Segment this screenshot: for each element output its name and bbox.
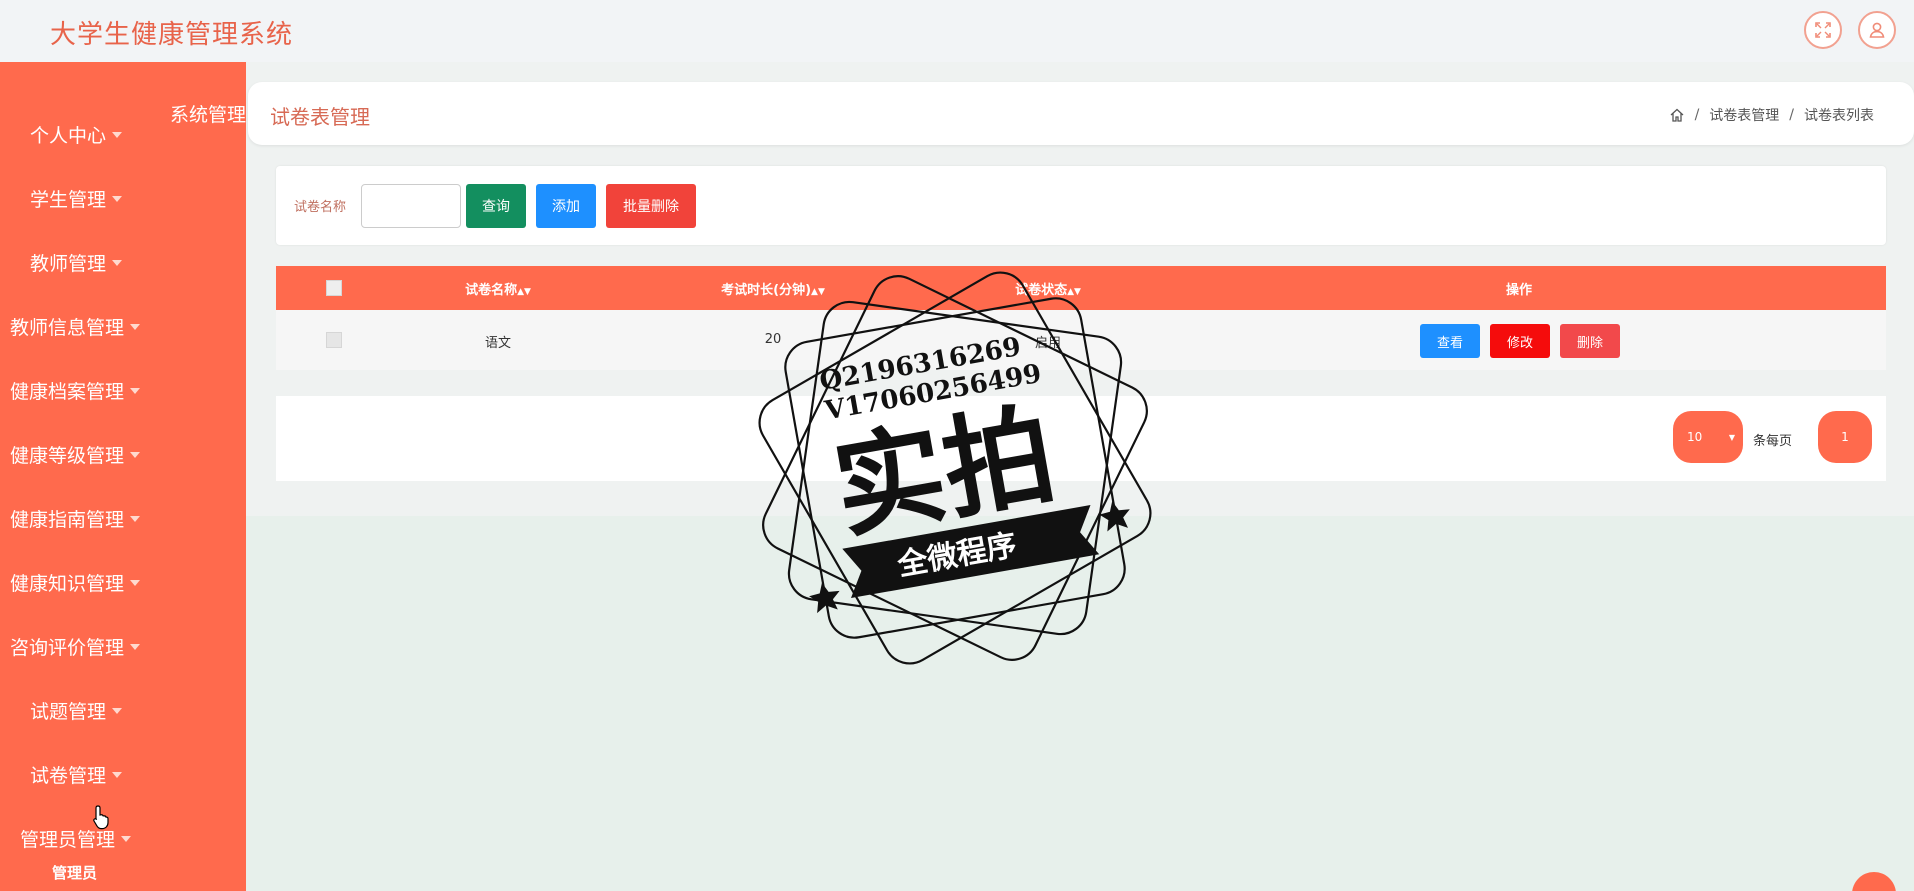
edit-button[interactable]: 修改 xyxy=(1490,324,1550,358)
sidebar-item-students[interactable]: 学生管理 xyxy=(0,178,246,218)
menu-system-management[interactable]: 系统管理 xyxy=(170,100,246,127)
breadcrumb-item: 试卷表列表 xyxy=(1804,108,1874,124)
chevron-down-icon xyxy=(112,772,123,778)
chevron-down-icon xyxy=(130,388,141,394)
sidebar-item-label: 教师管理 xyxy=(30,252,107,275)
home-icon[interactable] xyxy=(1669,107,1685,123)
chevron-down-icon: ▼ xyxy=(1728,433,1735,442)
page-header: 试卷表管理 / 试卷表管理 / 试卷表列表 xyxy=(248,82,1914,145)
batch-delete-button[interactable]: 批量删除 xyxy=(606,184,696,228)
fullscreen-button[interactable] xyxy=(1804,11,1842,49)
chevron-down-icon xyxy=(130,580,141,586)
star-icon xyxy=(809,582,840,614)
app-title: 大学生健康管理系统 xyxy=(50,20,294,50)
chevron-down-icon xyxy=(130,324,141,330)
chevron-down-icon xyxy=(112,708,123,714)
watermark-stamp: Q2196316269 V17060256499 实拍 全微程序 xyxy=(758,271,1152,665)
page-size-select[interactable]: 10 ▼ xyxy=(1673,411,1743,463)
sidebar-item-label: 咨询评价管理 xyxy=(10,636,125,659)
top-bar: 大学生健康管理系统 xyxy=(0,0,1914,62)
select-all-checkbox[interactable] xyxy=(326,280,342,296)
add-button[interactable]: 添加 xyxy=(536,184,596,228)
breadcrumb-item[interactable]: 试卷表管理 xyxy=(1709,105,1779,125)
sidebar-item-health-guide[interactable]: 健康指南管理 xyxy=(0,498,246,538)
sort-icon: ▲▼ xyxy=(517,287,531,297)
column-header-actions: 操作 xyxy=(1505,283,1533,298)
sidebar-item-label: 健康等级管理 xyxy=(10,444,125,467)
breadcrumb-separator: / xyxy=(1694,107,1700,123)
sidebar-item-label: 健康知识管理 xyxy=(10,572,125,595)
sidebar-item-health-levels[interactable]: 健康等级管理 xyxy=(0,434,246,474)
chevron-down-icon xyxy=(130,452,141,458)
page-size-value: 10 xyxy=(1687,430,1703,444)
chevron-down-icon xyxy=(112,260,123,266)
sidebar-item-label: 健康指南管理 xyxy=(10,508,125,531)
star-icon xyxy=(1099,501,1130,532)
sidebar-item-label: 学生管理 xyxy=(30,188,107,211)
sidebar-item-teachers[interactable]: 教师管理 xyxy=(0,242,246,282)
chevron-down-icon xyxy=(112,196,123,202)
page-title: 试卷表管理 xyxy=(270,105,370,129)
hand-cursor-icon xyxy=(93,805,109,830)
sidebar-item-consult-review[interactable]: 咨询评价管理 xyxy=(0,626,246,666)
per-page-label: 条每页 xyxy=(1753,434,1793,449)
column-header-name[interactable]: 试卷名称▲▼ xyxy=(465,279,531,298)
page-number-button[interactable]: 1 xyxy=(1818,411,1872,463)
back-to-top-button[interactable] xyxy=(1852,872,1896,891)
sidebar-item-label: 试题管理 xyxy=(30,700,107,723)
delete-button[interactable]: 删除 xyxy=(1560,324,1620,358)
search-panel: 试卷名称 查询 添加 批量删除 xyxy=(276,166,1886,245)
sidebar: 个人中心 学生管理 教师管理 教师信息管理 健康档案管理 健康等级管理 健康指南… xyxy=(0,62,246,891)
sidebar-item-admins[interactable]: 管理员管理 xyxy=(0,818,246,858)
user-button[interactable] xyxy=(1858,11,1896,49)
sidebar-item-papers[interactable]: 试卷管理 xyxy=(0,754,246,794)
sidebar-item-label: 试卷管理 xyxy=(30,764,107,787)
sidebar-subitem-admin[interactable]: 管理员 xyxy=(52,862,97,883)
sidebar-item-health-records[interactable]: 健康档案管理 xyxy=(0,370,246,410)
sidebar-item-label: 个人中心 xyxy=(30,124,107,147)
user-icon xyxy=(1869,22,1885,38)
chevron-down-icon xyxy=(121,836,132,842)
paper-name-input[interactable] xyxy=(361,184,461,228)
chevron-down-icon xyxy=(112,132,123,138)
row-checkbox[interactable] xyxy=(326,332,342,348)
sidebar-item-health-knowledge[interactable]: 健康知识管理 xyxy=(0,562,246,602)
cell-paper-name: 语文 xyxy=(484,336,512,351)
sidebar-item-label: 教师信息管理 xyxy=(10,316,125,339)
view-button[interactable]: 查看 xyxy=(1420,324,1480,358)
column-header-label: 试卷名称 xyxy=(465,283,518,298)
sidebar-item-teacher-info[interactable]: 教师信息管理 xyxy=(0,306,246,346)
expand-icon xyxy=(1815,22,1831,38)
sidebar-item-questions[interactable]: 试题管理 xyxy=(0,690,246,730)
chevron-down-icon xyxy=(130,516,141,522)
breadcrumb: / 试卷表管理 / 试卷表列表 xyxy=(1669,105,1874,125)
breadcrumb-separator: / xyxy=(1789,107,1794,123)
chevron-down-icon xyxy=(130,644,141,650)
query-button[interactable]: 查询 xyxy=(466,184,526,228)
search-label: 试卷名称 xyxy=(294,200,347,215)
sidebar-item-label: 健康档案管理 xyxy=(10,380,125,403)
